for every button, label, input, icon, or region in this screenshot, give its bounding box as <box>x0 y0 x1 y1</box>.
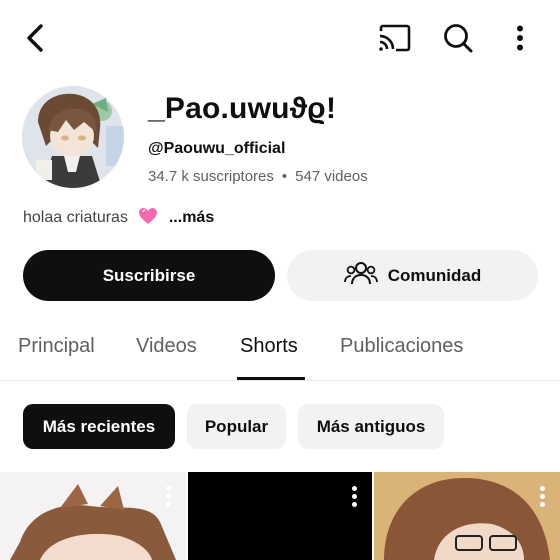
top-app-bar <box>0 0 560 76</box>
channel-tabs: Principal Videos Shorts Publicaciones <box>0 322 560 381</box>
subscriber-count: 34.7 k suscriptores <box>148 168 274 185</box>
chip-mas-antiguos[interactable]: Más antiguos <box>298 404 444 449</box>
video-count: 547 videos <box>295 168 368 185</box>
short-thumbnail[interactable] <box>188 472 372 560</box>
subscribe-button[interactable]: Suscribirse <box>23 250 275 301</box>
cast-icon[interactable] <box>374 20 414 56</box>
chip-mas-recientes[interactable]: Más recientes <box>23 404 175 449</box>
tab-videos[interactable]: Videos <box>136 335 197 358</box>
more-vertical-icon[interactable] <box>352 486 358 510</box>
channel-description[interactable]: holaa criaturas ...más <box>23 207 214 230</box>
short-thumbnail[interactable] <box>374 472 560 560</box>
more-vertical-icon[interactable] <box>540 486 546 510</box>
search-icon[interactable] <box>438 19 478 57</box>
stats-separator: • <box>281 168 288 185</box>
channel-name: _Pao.uwuϑϱ! <box>148 92 337 125</box>
tab-shorts[interactable]: Shorts <box>240 335 298 358</box>
tab-principal[interactable]: Principal <box>18 335 95 358</box>
more-vertical-icon[interactable] <box>506 22 534 54</box>
channel-stats: 34.7 k suscriptores • 547 videos <box>148 168 368 185</box>
people-icon <box>343 260 378 291</box>
community-label: Comunidad <box>387 265 482 285</box>
channel-avatar[interactable] <box>22 86 124 188</box>
pink-heart-icon <box>138 207 158 230</box>
channel-handle: @Paouwu_official <box>148 140 286 157</box>
more-link[interactable]: ...más <box>169 209 214 226</box>
short-thumbnail[interactable] <box>0 472 186 560</box>
back-arrow-icon[interactable] <box>18 20 52 56</box>
active-tab-indicator <box>237 377 305 380</box>
chip-popular[interactable]: Popular <box>187 404 286 449</box>
community-button[interactable]: Comunidad <box>287 250 538 301</box>
more-vertical-icon[interactable] <box>166 486 172 510</box>
description-text: holaa criaturas <box>23 209 128 226</box>
tab-publicaciones[interactable]: Publicaciones <box>340 335 463 358</box>
